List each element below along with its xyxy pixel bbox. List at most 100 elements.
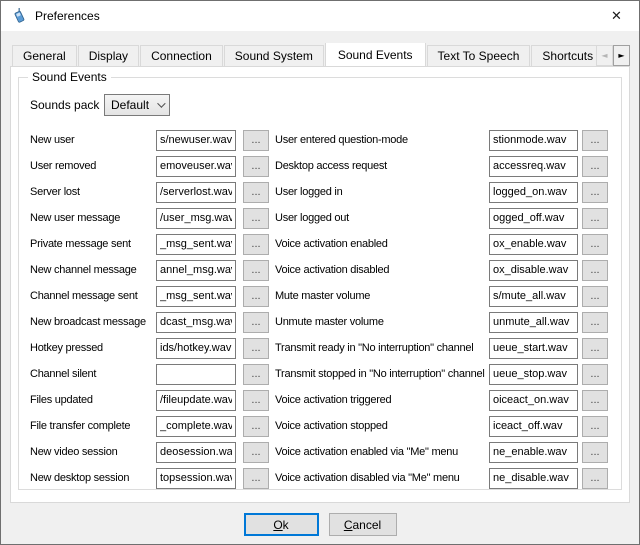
preferences-dialog: Preferences ✕ GeneralDisplayConnectionSo…	[0, 0, 640, 545]
tab-bar: GeneralDisplayConnectionSound SystemSoun…	[10, 43, 630, 66]
browse-button[interactable]: ...	[582, 416, 608, 437]
sound-event-label: File transfer complete	[30, 420, 156, 432]
sound-event-label: New video session	[30, 446, 156, 458]
tab-sound-events[interactable]: Sound Events	[325, 43, 426, 66]
sound-file-input[interactable]	[156, 364, 236, 385]
sound-file-input[interactable]	[489, 390, 578, 411]
sound-file-input[interactable]	[489, 312, 578, 333]
browse-button[interactable]: ...	[243, 286, 269, 307]
sound-event-label: Voice activation enabled	[275, 238, 489, 250]
tab-connection[interactable]: Connection	[140, 45, 223, 66]
sound-file-input[interactable]	[489, 156, 578, 177]
ok-button[interactable]: Ok	[244, 513, 319, 536]
browse-button[interactable]: ...	[243, 182, 269, 203]
sound-file-input[interactable]	[489, 286, 578, 307]
tab-sound-system[interactable]: Sound System	[224, 45, 324, 66]
sound-event-label: Channel message sent	[30, 290, 156, 302]
sound-event-rows: New user...User entered question-mode...…	[19, 127, 621, 491]
tab-scroll-left-icon[interactable]: ◄	[596, 45, 613, 66]
sound-event-label: Transmit stopped in "No interruption" ch…	[275, 368, 489, 380]
tab-display[interactable]: Display	[78, 45, 139, 66]
sound-file-input[interactable]	[156, 338, 236, 359]
browse-button[interactable]: ...	[582, 208, 608, 229]
sound-file-input[interactable]	[156, 286, 236, 307]
cancel-button[interactable]: Cancel	[329, 513, 397, 536]
sound-file-input[interactable]	[156, 442, 236, 463]
title-bar: Preferences ✕	[1, 1, 639, 31]
browse-button[interactable]: ...	[582, 156, 608, 177]
footer: Ok Cancel	[1, 503, 639, 545]
sound-file-input[interactable]	[156, 260, 236, 281]
browse-button[interactable]: ...	[243, 442, 269, 463]
sound-file-input[interactable]	[156, 416, 236, 437]
sound-event-row: New user message...User logged out...	[19, 205, 621, 231]
browse-button[interactable]: ...	[582, 130, 608, 151]
tab-general[interactable]: General	[12, 45, 77, 66]
browse-button[interactable]: ...	[243, 208, 269, 229]
sound-file-input[interactable]	[156, 390, 236, 411]
sound-file-input[interactable]	[156, 208, 236, 229]
sound-file-input[interactable]	[489, 338, 578, 359]
browse-button[interactable]: ...	[582, 234, 608, 255]
browse-button[interactable]: ...	[582, 364, 608, 385]
browse-button[interactable]: ...	[243, 234, 269, 255]
sound-file-input[interactable]	[156, 130, 236, 151]
sound-event-label: Voice activation disabled	[275, 264, 489, 276]
browse-button[interactable]: ...	[243, 390, 269, 411]
sounds-pack-label: Sounds pack	[30, 98, 104, 112]
sound-file-input[interactable]	[156, 234, 236, 255]
sound-file-input[interactable]	[489, 442, 578, 463]
sound-event-row: File transfer complete... Voice activatio…	[19, 413, 621, 439]
browse-button[interactable]: ...	[243, 312, 269, 333]
sound-file-input[interactable]	[489, 364, 578, 385]
sound-file-input[interactable]	[489, 234, 578, 255]
chevron-down-icon	[157, 99, 165, 107]
close-icon[interactable]: ✕	[594, 1, 639, 31]
sound-event-label: Voice activation enabled via "Me" menu	[275, 446, 489, 458]
sound-event-row: New video session... Voice activation ena…	[19, 439, 621, 465]
sound-event-label: Channel silent	[30, 368, 156, 380]
browse-button[interactable]: ...	[243, 260, 269, 281]
sound-event-label: User removed	[30, 160, 156, 172]
browse-button[interactable]: ...	[243, 468, 269, 489]
sound-event-row: Channel message sent... Mute master volum…	[19, 283, 621, 309]
sound-file-input[interactable]	[489, 260, 578, 281]
sound-events-group: Sound Events Sounds pack Default New use…	[18, 77, 622, 490]
browse-button[interactable]: ...	[243, 416, 269, 437]
sound-event-row: Hotkey pressed...Transmit ready in "No i…	[19, 335, 621, 361]
sound-file-input[interactable]	[489, 208, 578, 229]
sound-event-label: Voice activation disabled via "Me" menu	[275, 472, 489, 484]
sound-file-input[interactable]	[156, 468, 236, 489]
browse-button[interactable]: ...	[243, 338, 269, 359]
sound-file-input[interactable]	[489, 416, 578, 437]
sound-event-label: Server lost	[30, 186, 156, 198]
browse-button[interactable]: ...	[582, 182, 608, 203]
browse-button[interactable]: ...	[582, 312, 608, 333]
sound-file-input[interactable]	[156, 312, 236, 333]
tab-text-to-speech[interactable]: Text To Speech	[427, 45, 531, 66]
sound-file-input[interactable]	[156, 156, 236, 177]
sound-event-label: Mute master volume	[275, 290, 489, 302]
browse-button[interactable]: ...	[582, 260, 608, 281]
sounds-pack-select[interactable]: Default	[104, 94, 170, 116]
browse-button[interactable]: ...	[582, 390, 608, 411]
browse-button[interactable]: ...	[582, 338, 608, 359]
sound-file-input[interactable]	[489, 182, 578, 203]
browse-button[interactable]: ...	[582, 442, 608, 463]
sounds-pack-value: Default	[111, 98, 157, 112]
browse-button[interactable]: ...	[243, 364, 269, 385]
browse-button[interactable]: ...	[243, 156, 269, 177]
sound-file-input[interactable]	[489, 468, 578, 489]
browse-button[interactable]: ...	[243, 130, 269, 151]
sound-file-input[interactable]	[156, 182, 236, 203]
tab-scroll-right-icon[interactable]: ►	[613, 45, 630, 66]
sound-event-label: User logged in	[275, 186, 489, 198]
group-title: Sound Events	[28, 70, 111, 84]
sound-event-label: User entered question-mode	[275, 134, 489, 146]
sound-event-label: Transmit ready in "No interruption" chan…	[275, 342, 489, 354]
sound-file-input[interactable]	[489, 130, 578, 151]
tab-shortcuts[interactable]: Shortcuts	[531, 45, 604, 66]
browse-button[interactable]: ...	[582, 468, 608, 489]
sound-event-label: Voice activation stopped	[275, 420, 489, 432]
browse-button[interactable]: ...	[582, 286, 608, 307]
